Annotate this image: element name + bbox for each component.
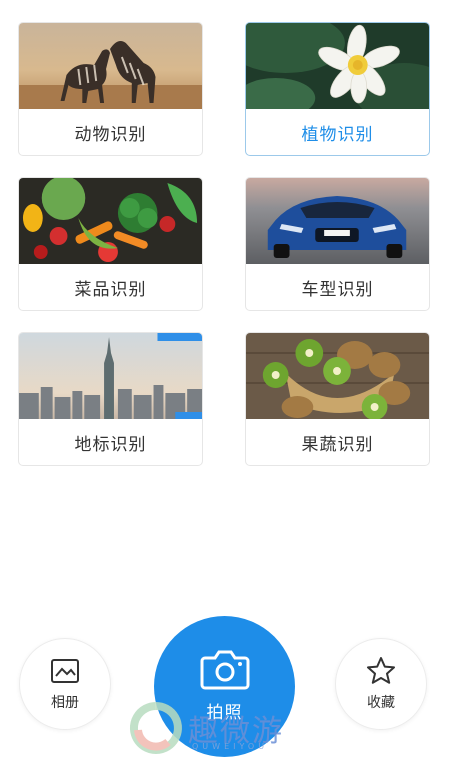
take-photo-button[interactable]: 拍照	[154, 616, 295, 757]
category-card-fruit-veg[interactable]: 果蔬识别	[245, 332, 430, 466]
favorites-button[interactable]: 收藏	[335, 638, 427, 730]
category-label: 动物识别	[74, 124, 147, 145]
kiwi-fruit-image	[246, 333, 429, 419]
picture-icon	[51, 659, 79, 683]
zebras-image	[19, 23, 202, 109]
category-card-dish[interactable]: 菜品识别	[18, 177, 203, 311]
category-card-car[interactable]: 车型识别	[245, 177, 430, 311]
album-button[interactable]: 相册	[19, 638, 111, 730]
city-skyline-image	[19, 333, 202, 419]
category-card-landmark[interactable]: 地标识别	[18, 332, 203, 466]
category-label: 地标识别	[74, 434, 147, 455]
take-photo-label: 拍照	[206, 703, 243, 723]
album-label: 相册	[51, 695, 79, 711]
category-label: 植物识别	[301, 124, 374, 145]
star-icon	[367, 657, 395, 684]
vegetables-image	[19, 178, 202, 264]
category-card-plant[interactable]: 植物识别	[245, 22, 430, 156]
category-card-animal[interactable]: 动物识别	[18, 22, 203, 156]
favorites-label: 收藏	[367, 695, 395, 711]
category-label: 果蔬识别	[301, 434, 374, 455]
category-label: 菜品识别	[74, 279, 147, 300]
lotus-flower-image	[246, 23, 429, 109]
camera-icon	[200, 650, 249, 690]
sports-car-image	[246, 178, 429, 264]
category-label: 车型识别	[301, 279, 374, 300]
